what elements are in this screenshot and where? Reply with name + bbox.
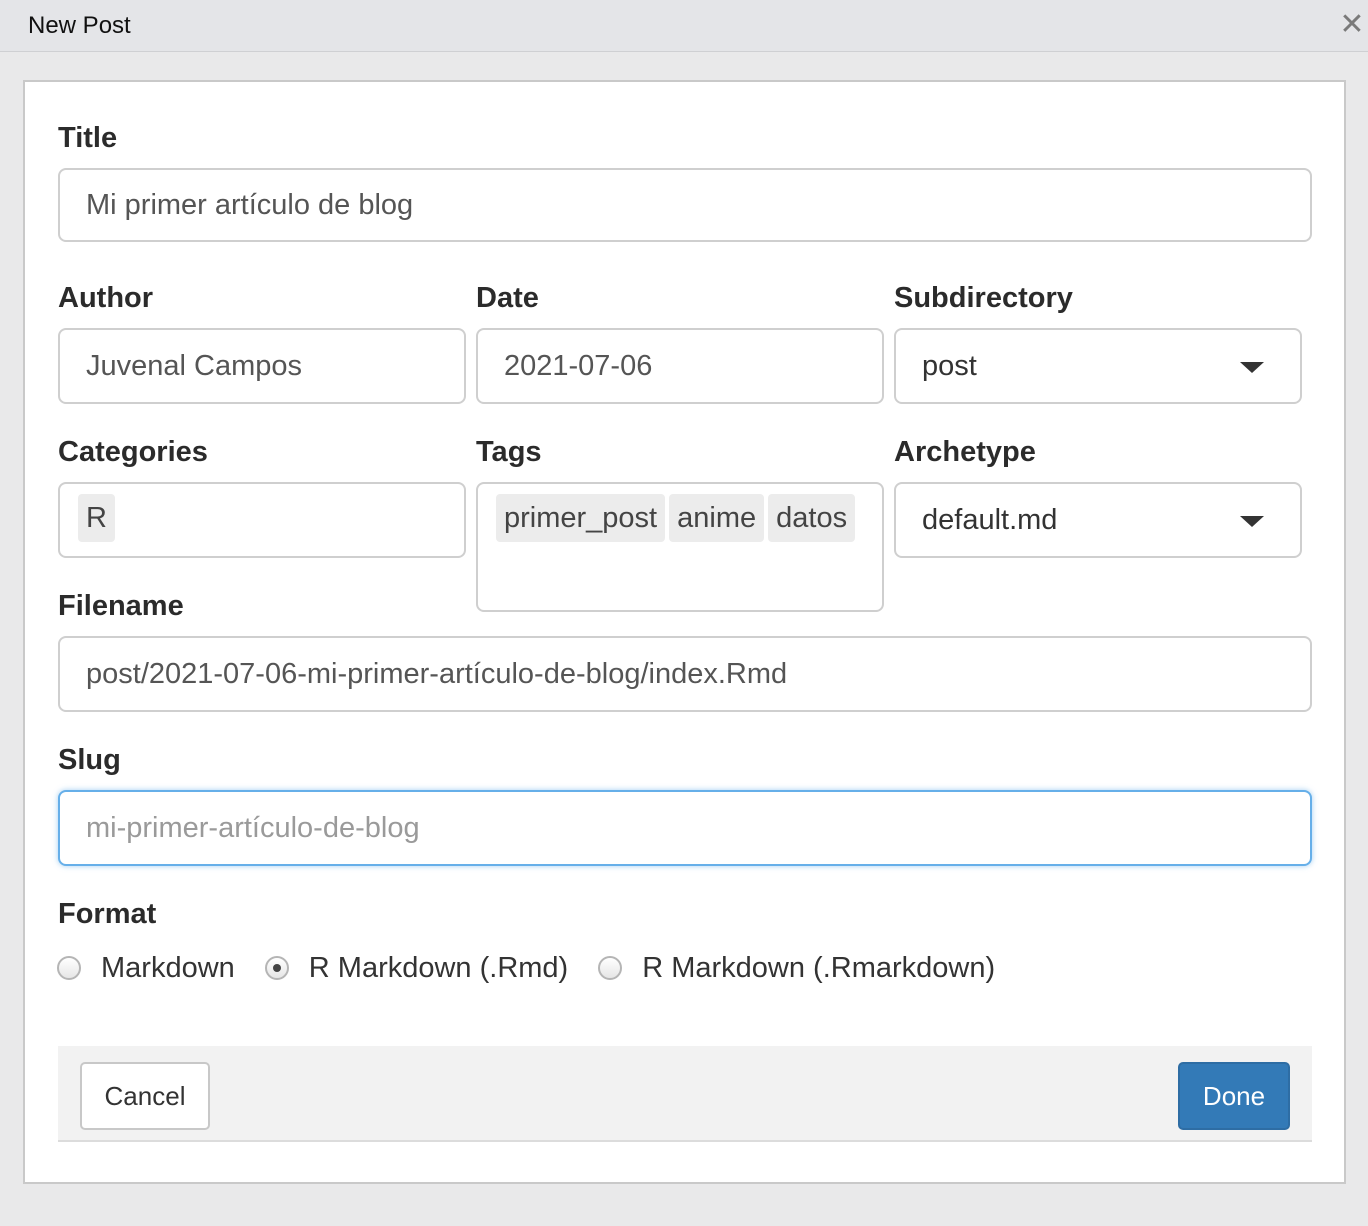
format-option-markdown[interactable]: Markdown xyxy=(57,952,235,985)
date-value: 2021-07-06 xyxy=(504,349,653,382)
slug-placeholder: mi-primer-artículo-de-blog xyxy=(86,811,420,844)
format-label: Format xyxy=(58,898,157,930)
filename-label: Filename xyxy=(58,590,184,622)
radio-label: R Markdown (.Rmarkdown) xyxy=(642,951,996,984)
window-title: New Post xyxy=(28,12,131,39)
slug-input[interactable]: mi-primer-artículo-de-blog xyxy=(58,790,1312,866)
radio-button[interactable] xyxy=(57,956,81,980)
done-button[interactable]: Done xyxy=(1178,1062,1290,1130)
filename-input[interactable]: post/2021-07-06-mi-primer-artículo-de-bl… xyxy=(58,636,1312,712)
tag-item: datos xyxy=(768,494,856,542)
author-value: Juvenal Campos xyxy=(86,349,302,382)
title-label: Title xyxy=(58,122,118,154)
caret-down-icon xyxy=(1240,516,1264,527)
radio-label: R Markdown (.Rmd) xyxy=(308,951,569,984)
categories-label: Categories xyxy=(58,436,208,468)
cancel-button[interactable]: Cancel xyxy=(80,1062,210,1130)
format-radio-group: Markdown R Markdown (.Rmd) R Markdown (.… xyxy=(57,950,1025,986)
subdirectory-select[interactable]: post xyxy=(894,328,1302,404)
title-input[interactable]: Mi primer artículo de blog xyxy=(58,168,1312,242)
archetype-value: default.md xyxy=(922,503,1058,536)
tag-item: primer_post xyxy=(496,494,666,542)
tag-item: anime xyxy=(669,494,765,542)
category-tag: R xyxy=(78,494,115,542)
window-titlebar: New Post ✕ xyxy=(0,0,1368,52)
tags-label: Tags xyxy=(476,436,542,468)
subdirectory-label: Subdirectory xyxy=(894,282,1073,314)
dialog-footer: Cancel Done xyxy=(58,1046,1312,1142)
close-icon[interactable]: ✕ xyxy=(1338,10,1366,40)
caret-down-icon xyxy=(1240,362,1264,373)
categories-input[interactable]: R xyxy=(58,482,466,558)
archetype-select[interactable]: default.md xyxy=(894,482,1302,558)
archetype-label: Archetype xyxy=(894,436,1036,468)
slug-label: Slug xyxy=(58,744,121,776)
radio-label: Markdown xyxy=(101,951,235,984)
filename-value: post/2021-07-06-mi-primer-artículo-de-bl… xyxy=(86,657,788,690)
author-label: Author xyxy=(58,282,154,314)
author-input[interactable]: Juvenal Campos xyxy=(58,328,466,404)
tags-input[interactable]: primer_post anime datos xyxy=(476,482,884,612)
new-post-form xyxy=(23,80,1346,1184)
date-label: Date xyxy=(476,282,539,314)
format-option-rmarkdown[interactable]: R Markdown (.Rmarkdown) xyxy=(598,952,995,985)
radio-button[interactable] xyxy=(598,956,623,980)
subdirectory-value: post xyxy=(922,349,977,382)
title-value: Mi primer artículo de blog xyxy=(86,188,414,221)
radio-button-checked[interactable] xyxy=(264,956,289,980)
format-option-rmd[interactable]: R Markdown (.Rmd) xyxy=(264,951,569,985)
date-input[interactable]: 2021-07-06 xyxy=(476,328,884,404)
